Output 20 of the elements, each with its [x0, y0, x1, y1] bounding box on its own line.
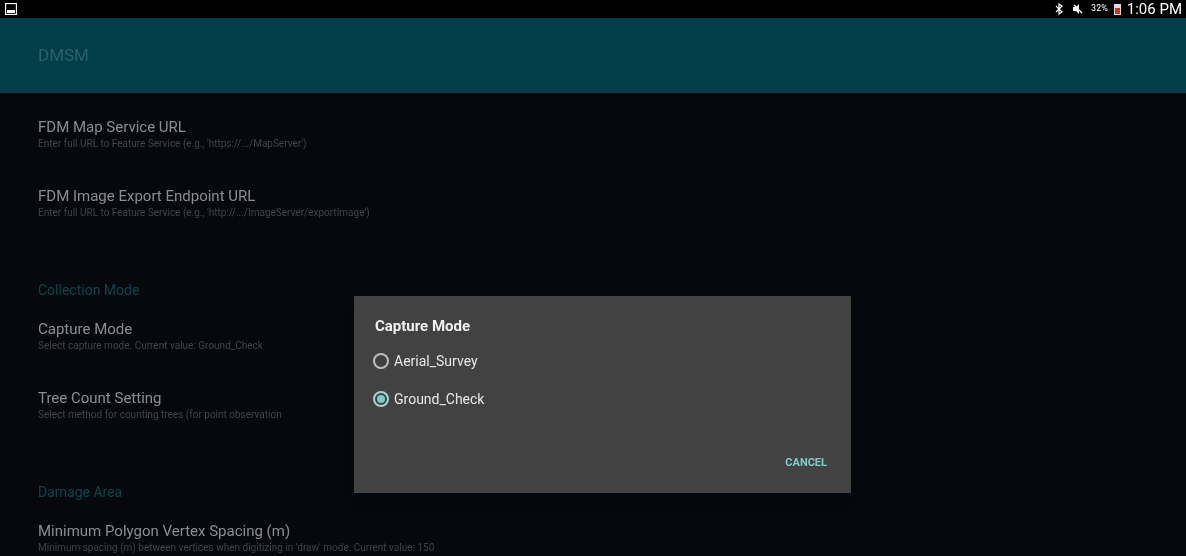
radio-option[interactable]: Aerial_Survey [373, 342, 478, 380]
preference-title: FDM Image Export Endpoint URL [38, 186, 257, 206]
preference-title: Capture Mode [38, 319, 134, 339]
dialog-title: Capture Mode [375, 316, 472, 336]
preference-title: FDM Map Service URL [38, 117, 187, 137]
radio-option[interactable]: Ground_Check [373, 380, 485, 418]
clock: 1:06 PM [1126, 1, 1182, 17]
cancel-button[interactable]: CANCEL [781, 454, 831, 471]
preference-summary: Select capture mode. Current value: Ground_Check [38, 339, 263, 353]
gallery-icon [5, 3, 17, 15]
battery-icon [1113, 3, 1121, 15]
battery-percent: 32% [1091, 2, 1108, 16]
preference-title: Minimum Polygon Vertex Spacing (m) [38, 521, 292, 541]
section-header: Damage Area [38, 482, 123, 502]
section-header: Collection Mode [38, 280, 140, 300]
bluetooth-icon [1055, 3, 1064, 15]
radio-button[interactable] [373, 391, 389, 407]
preference-title: Tree Count Setting [38, 388, 163, 408]
radio-button[interactable] [373, 353, 389, 369]
preference-item[interactable]: Capture Mode Select capture mode. Current value: Ground_Check [38, 315, 263, 384]
